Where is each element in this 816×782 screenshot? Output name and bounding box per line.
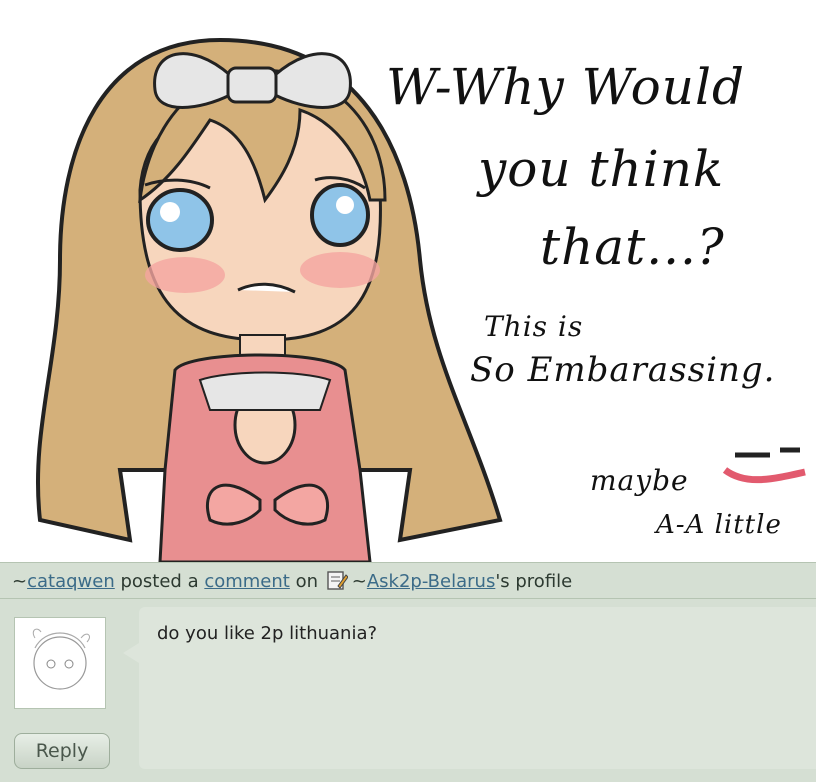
reply-button[interactable]: Reply xyxy=(14,733,110,769)
caption-little: A-A little xyxy=(656,510,782,540)
profile-prefix: ~ xyxy=(351,571,367,592)
artwork: W-Why Would you think that...? This is S… xyxy=(0,0,816,562)
avatar-sketch-icon xyxy=(32,628,90,690)
author-prefix: ~ xyxy=(12,571,28,592)
comment-text: do you like 2p lithuania? xyxy=(157,623,378,644)
caption-line3: that...? xyxy=(540,218,725,276)
caption-small1: This is xyxy=(484,310,584,343)
avatar[interactable] xyxy=(14,617,106,709)
caption-small2: So Embarassing. xyxy=(470,350,776,390)
on-text: on xyxy=(289,571,324,592)
author-link[interactable]: cataqwen xyxy=(27,571,115,592)
action-text: posted a xyxy=(114,571,205,592)
right-eye xyxy=(310,183,370,247)
edit-profile-icon xyxy=(327,571,348,590)
left-eye xyxy=(146,188,214,252)
caption-line2: you think xyxy=(478,140,725,198)
comment-link[interactable]: comment xyxy=(204,571,290,592)
comment-header: ~cataqwen posted a comment on ~Ask2p-Bel… xyxy=(0,563,816,599)
profile-link[interactable]: Ask2p-Belarus xyxy=(367,571,496,592)
comment-panel: ~cataqwen posted a comment on ~Ask2p-Bel… xyxy=(0,562,816,782)
caption-maybe: maybe xyxy=(590,464,689,497)
comment-bubble: do you like 2p lithuania? xyxy=(139,607,816,769)
profile-suffix: 's profile xyxy=(495,571,573,592)
caption-line1: W-Why Would xyxy=(386,58,745,116)
bubble-arrow xyxy=(123,643,139,663)
